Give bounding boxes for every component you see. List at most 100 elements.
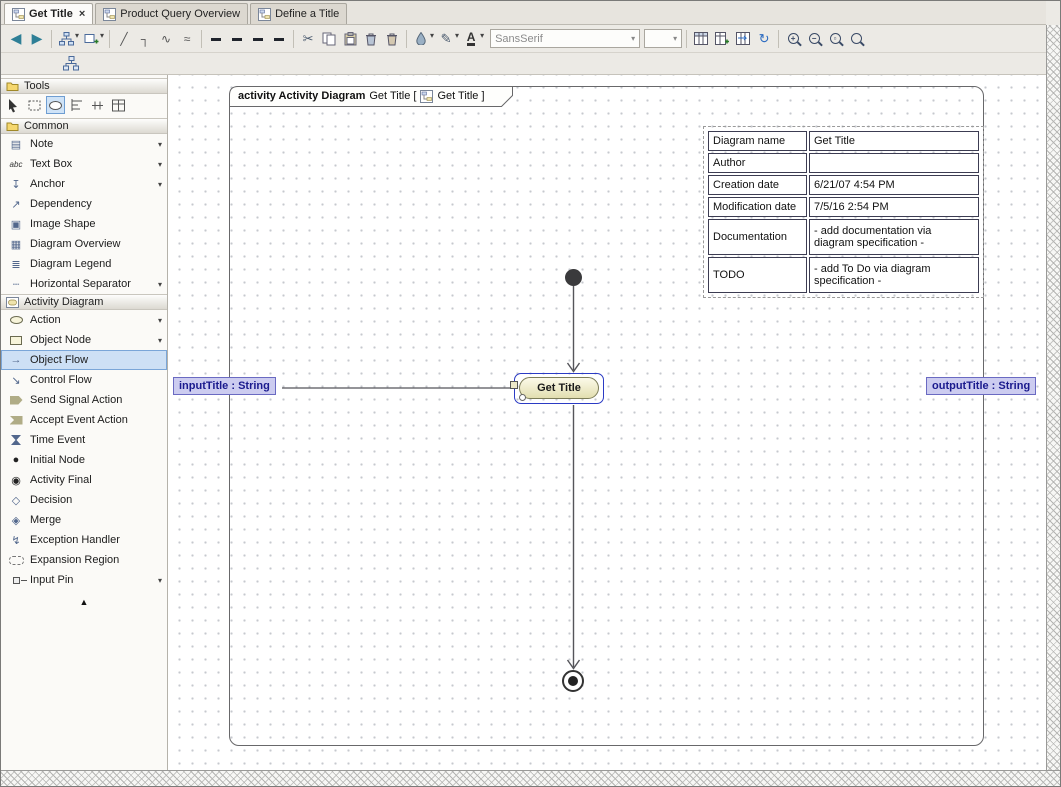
dropdown-arrow-icon[interactable]: ▾ xyxy=(100,31,104,40)
palette-item-diagram-overview[interactable]: ▦ Diagram Overview xyxy=(1,234,167,254)
send-backward-icon[interactable]: ▬ xyxy=(269,29,289,49)
table-columns-icon[interactable] xyxy=(733,29,753,49)
paste-icon[interactable] xyxy=(340,29,360,49)
chevron-down-icon[interactable]: ▾ xyxy=(673,34,677,43)
palette-item-image-shape[interactable]: ▣ Image Shape xyxy=(1,214,167,234)
forward-button[interactable]: ▶ xyxy=(27,29,47,49)
output-flow-label[interactable]: outputTitle : String xyxy=(926,377,1036,395)
palette-section-activity-diagram[interactable]: Activity Diagram xyxy=(1,294,167,310)
related-elements-icon[interactable] xyxy=(61,54,81,74)
table-icon[interactable] xyxy=(691,29,711,49)
palette-section-common[interactable]: Common xyxy=(1,118,167,134)
diagram-canvas[interactable]: activity Activity Diagram Get Title [ Ge… xyxy=(168,75,1046,770)
font-family-combobox[interactable]: SansSerif ▾ xyxy=(490,29,640,48)
palette-item-diagram-legend[interactable]: ≣ Diagram Legend xyxy=(1,254,167,274)
chevron-down-icon[interactable]: ▾ xyxy=(631,34,635,43)
spline-path-icon[interactable]: ≈ xyxy=(177,29,197,49)
input-flow-label[interactable]: inputTitle : String xyxy=(173,377,276,395)
marquee-select-tool-button[interactable] xyxy=(25,96,44,114)
palette-item-initial-node[interactable]: ● Initial Node xyxy=(1,450,167,470)
info-key-cell[interactable]: Author xyxy=(708,153,807,173)
tab-get-title[interactable]: Get Title × xyxy=(4,3,93,24)
order-back-icon[interactable]: ▬ xyxy=(227,29,247,49)
object-flow-pin[interactable] xyxy=(510,381,518,389)
close-tab-icon[interactable]: × xyxy=(79,8,85,20)
dropdown-arrow-icon[interactable]: ▾ xyxy=(75,31,79,40)
font-color-icon[interactable]: A xyxy=(461,29,481,49)
distribute-tool-button[interactable] xyxy=(88,96,107,114)
dropdown-arrow-icon[interactable]: ▾ xyxy=(158,140,162,149)
palette-item-dependency[interactable]: ↗ Dependency xyxy=(1,194,167,214)
pointer-tool-button[interactable] xyxy=(4,96,23,114)
info-value-cell[interactable]: 7/5/16 2:54 PM xyxy=(809,197,979,217)
rectilinear-path-icon[interactable]: ┐ xyxy=(135,29,155,49)
palette-item-activity-final[interactable]: ◉ Activity Final xyxy=(1,470,167,490)
dropdown-arrow-icon[interactable]: ▾ xyxy=(158,576,162,585)
palette-item-note[interactable]: ▤ Note ▾ xyxy=(1,134,167,154)
info-key-cell[interactable]: TODO xyxy=(708,257,807,293)
palette-item-object-node[interactable]: Object Node ▾ xyxy=(1,330,167,350)
dropdown-arrow-icon[interactable]: ▾ xyxy=(158,160,162,169)
diagram-info-table[interactable]: Diagram name Get Title Author Creation d… xyxy=(706,129,981,295)
clone-icon[interactable] xyxy=(382,29,402,49)
table-add-icon[interactable] xyxy=(712,29,732,49)
info-value-cell[interactable] xyxy=(809,153,979,173)
zoom-selection-icon[interactable] xyxy=(846,29,866,49)
cut-icon[interactable]: ✂ xyxy=(298,29,318,49)
oblique-path-icon[interactable]: ╱ xyxy=(114,29,134,49)
action-selection-border[interactable]: Get Title xyxy=(514,373,604,404)
activity-final-node[interactable] xyxy=(562,670,584,692)
dropdown-arrow-icon[interactable]: ▾ xyxy=(158,316,162,325)
info-value-cell[interactable]: Get Title xyxy=(809,131,979,151)
copy-icon[interactable] xyxy=(319,29,339,49)
dropdown-arrow-icon[interactable]: ▾ xyxy=(430,31,434,40)
swimlane-tool-button[interactable] xyxy=(109,96,128,114)
font-size-combobox[interactable]: ▾ xyxy=(644,29,682,48)
curved-path-icon[interactable]: ∿ xyxy=(156,29,176,49)
palette-item-exception-handler[interactable]: ↯ Exception Handler xyxy=(1,530,167,550)
info-key-cell[interactable]: Diagram name xyxy=(708,131,807,151)
dropdown-arrow-icon[interactable]: ▾ xyxy=(158,280,162,289)
align-tool-button[interactable] xyxy=(67,96,86,114)
bring-forward-icon[interactable]: ▬ xyxy=(248,29,268,49)
fill-color-icon[interactable] xyxy=(411,29,431,49)
zoom-in-icon[interactable]: + xyxy=(783,29,803,49)
palette-item-decision[interactable]: ◇ Decision xyxy=(1,490,167,510)
pin-drag-handle[interactable] xyxy=(519,394,526,401)
info-key-cell[interactable]: Creation date xyxy=(708,175,807,195)
palette-scroll-up-icon[interactable]: ▲ xyxy=(1,590,167,607)
palette-item-text-box[interactable]: abc Text Box ▾ xyxy=(1,154,167,174)
frame-title[interactable]: activity Activity Diagram Get Title [ Ge… xyxy=(229,86,513,107)
containment-tree-icon[interactable] xyxy=(56,29,76,49)
palette-item-input-pin[interactable]: Input Pin ▾ xyxy=(1,570,167,590)
palette-item-send-signal-action[interactable]: Send Signal Action xyxy=(1,390,167,410)
order-front-icon[interactable]: ▬ xyxy=(206,29,226,49)
tab-define-a-title[interactable]: Define a Title xyxy=(250,3,347,24)
dropdown-arrow-icon[interactable]: ▾ xyxy=(158,180,162,189)
initial-node[interactable] xyxy=(565,269,582,286)
palette-section-tools[interactable]: Tools xyxy=(1,78,167,94)
refresh-icon[interactable]: ↻ xyxy=(754,29,774,49)
back-button[interactable]: ◀ xyxy=(6,29,26,49)
dropdown-arrow-icon[interactable]: ▾ xyxy=(455,31,459,40)
zoom-out-icon[interactable]: − xyxy=(804,29,824,49)
palette-item-accept-event-action[interactable]: Accept Event Action xyxy=(1,410,167,430)
palette-item-time-event[interactable]: Time Event xyxy=(1,430,167,450)
info-value-cell[interactable]: 6/21/07 4:54 PM xyxy=(809,175,979,195)
info-value-cell[interactable]: - add To Do via diagram specification - xyxy=(809,257,979,293)
palette-item-merge[interactable]: ◈ Merge xyxy=(1,510,167,530)
palette-item-action[interactable]: Action ▾ xyxy=(1,310,167,330)
dropdown-arrow-icon[interactable]: ▾ xyxy=(158,336,162,345)
create-diagram-icon[interactable] xyxy=(81,29,101,49)
palette-item-expansion-region[interactable]: Expansion Region xyxy=(1,550,167,570)
palette-item-object-flow[interactable]: → Object Flow xyxy=(1,350,167,370)
palette-item-anchor[interactable]: ↧ Anchor ▾ xyxy=(1,174,167,194)
line-color-icon[interactable]: ✎ xyxy=(436,29,456,49)
info-value-cell[interactable]: - add documentation via diagram specific… xyxy=(809,219,979,255)
connector-tool-button[interactable] xyxy=(46,96,65,114)
delete-icon[interactable] xyxy=(361,29,381,49)
palette-item-horizontal-separator[interactable]: ┄ Horizontal Separator ▾ xyxy=(1,274,167,294)
action-node-get-title[interactable]: Get Title xyxy=(519,377,599,399)
info-key-cell[interactable]: Modification date xyxy=(708,197,807,217)
dropdown-arrow-icon[interactable]: ▾ xyxy=(480,31,484,40)
